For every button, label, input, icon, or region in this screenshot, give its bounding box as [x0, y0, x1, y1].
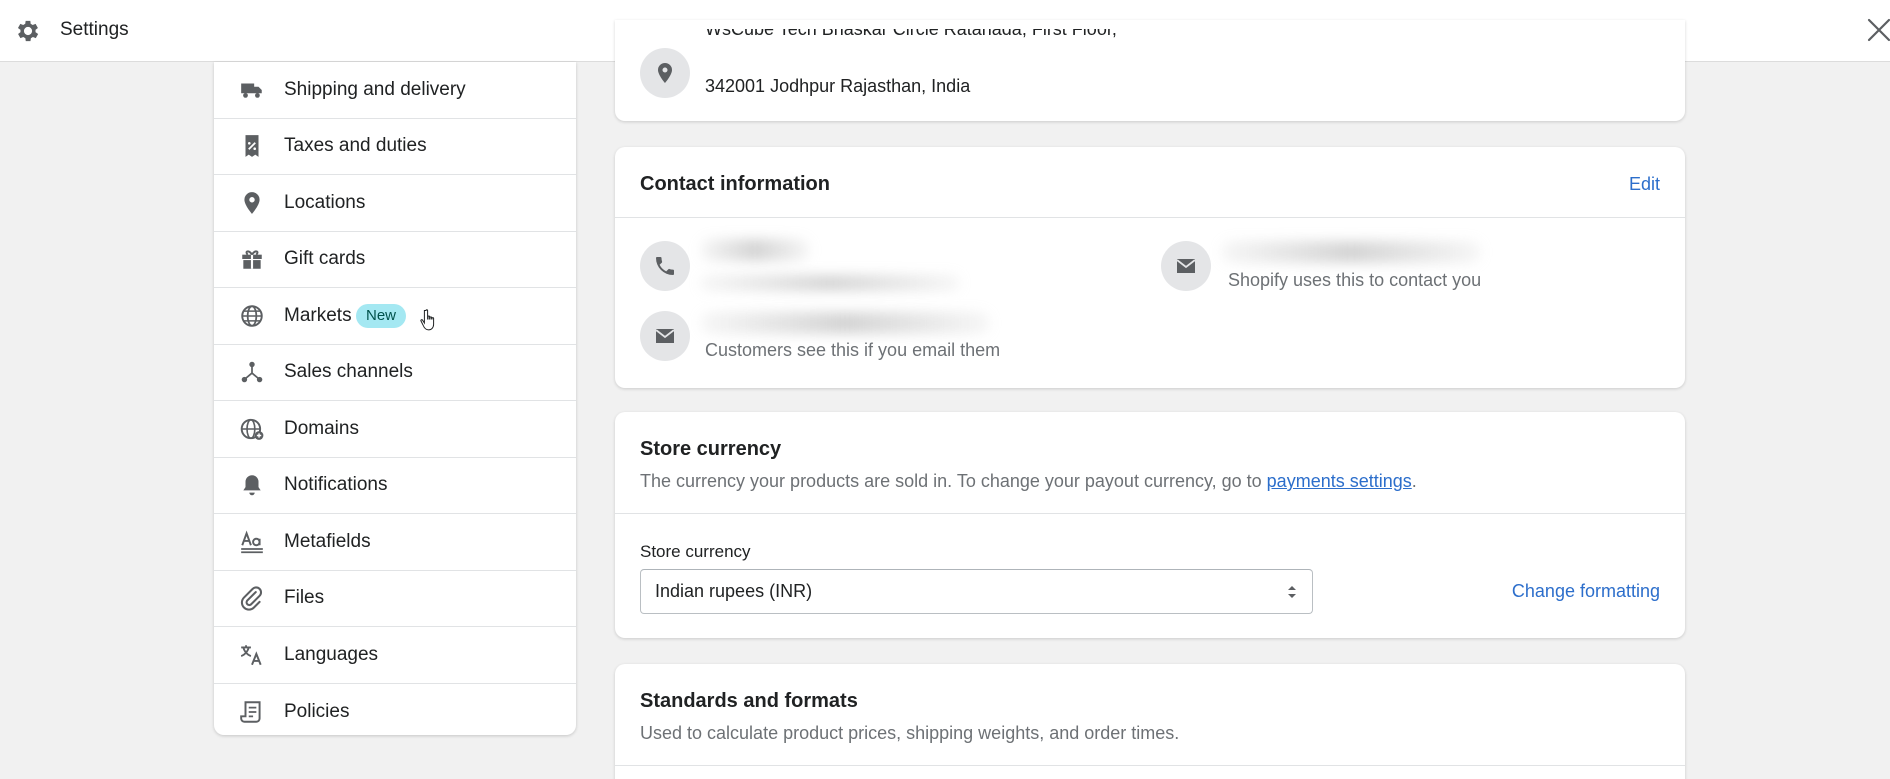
payments-settings-link[interactable]: payments settings [1267, 471, 1412, 491]
sidebar-item-taxes[interactable]: Taxes and duties [214, 119, 576, 175]
metafields-icon [238, 528, 266, 556]
divider [615, 765, 1685, 766]
sidebar-item-label: Files [284, 587, 325, 609]
address-line-2: 342001 Jodhpur Rajasthan, India [705, 76, 971, 96]
store-address-card: WsCube Tech Bhaskar Circle Ratanada, Fir… [615, 20, 1685, 121]
sidebar-item-label: Domains [284, 417, 359, 439]
translate-icon [238, 641, 266, 669]
sidebar-item-domains[interactable]: Domains [214, 401, 576, 458]
divider [615, 217, 1685, 218]
location-icon [640, 48, 690, 98]
redacted-store-email [1221, 241, 1481, 263]
phone-icon [640, 241, 690, 291]
sidebar-item-label: Languages [284, 643, 379, 665]
sidebar-item-shipping[interactable]: Shipping and delivery [214, 62, 576, 119]
globe-icon [238, 302, 266, 330]
sidebar-item-label: Taxes and duties [284, 135, 427, 157]
redacted-phone-detail [700, 275, 960, 291]
sender-email-help: Customers see this if you email them [705, 340, 1001, 360]
contact-information-card: Contact information Edit Shopify uses th… [615, 147, 1685, 388]
page-title: Settings [60, 19, 129, 40]
gear-icon [14, 17, 42, 45]
sidebar-item-files[interactable]: Files [214, 571, 576, 627]
location-icon [238, 189, 266, 217]
hand-cursor-icon [420, 308, 438, 332]
truck-icon [238, 76, 266, 104]
select-arrows-icon [1286, 583, 1298, 601]
contact-title: Contact information [640, 173, 830, 195]
sidebar-item-markets[interactable]: Markets New [214, 288, 576, 345]
globe-domain-icon [238, 415, 266, 443]
new-badge: New [356, 304, 407, 328]
policy-icon [238, 698, 266, 726]
bell-icon [238, 471, 266, 499]
channels-icon [238, 358, 266, 386]
sidebar-item-label: Markets [284, 304, 352, 326]
divider [615, 513, 1685, 514]
sidebar-item-label: Locations [284, 191, 366, 213]
sidebar-item-policies[interactable]: Policies [214, 684, 576, 736]
sidebar-item-label: Gift cards [284, 248, 366, 270]
email-icon [640, 311, 690, 361]
settings-sidebar: Shipping and delivery Taxes and duties L… [214, 62, 576, 735]
store-currency-label: Store currency [640, 542, 751, 561]
sidebar-item-metafields[interactable]: Metafields [214, 514, 576, 571]
gift-icon [238, 245, 266, 273]
redacted-phone [700, 239, 810, 261]
sidebar-item-label: Sales channels [284, 361, 413, 383]
store-currency-select[interactable]: Indian rupees (INR) [640, 569, 1313, 614]
currency-subtitle: The currency your products are sold in. … [640, 471, 1417, 491]
address-line-1: WsCube Tech Bhaskar Circle Ratanada, Fir… [705, 19, 1117, 39]
standards-title: Standards and formats [640, 690, 858, 712]
receipt-icon [238, 132, 266, 160]
sidebar-item-label: Metafields [284, 530, 371, 552]
store-currency-card: Store currency The currency your product… [615, 412, 1685, 638]
close-icon[interactable] [1866, 17, 1890, 43]
sidebar-item-gift-cards[interactable]: Gift cards [214, 232, 576, 288]
store-email-help: Shopify uses this to contact you [1228, 270, 1482, 290]
redacted-sender-email [700, 312, 990, 334]
currency-title: Store currency [640, 438, 782, 460]
standards-subtitle: Used to calculate product prices, shippi… [640, 723, 1180, 743]
paperclip-icon [238, 584, 266, 612]
sidebar-item-languages[interactable]: Languages [214, 627, 576, 684]
sidebar-item-label: Notifications [284, 474, 388, 496]
change-formatting-link[interactable]: Change formatting [1512, 581, 1660, 602]
edit-contact-link[interactable]: Edit [1629, 174, 1660, 195]
selected-currency: Indian rupees (INR) [655, 581, 813, 601]
sidebar-item-label: Policies [284, 700, 350, 722]
standards-formats-card: Standards and formats Used to calculate … [615, 664, 1685, 779]
sidebar-item-sales-channels[interactable]: Sales channels [214, 345, 576, 401]
sidebar-item-notifications[interactable]: Notifications [214, 458, 576, 514]
sidebar-item-locations[interactable]: Locations [214, 175, 576, 232]
email-icon [1161, 241, 1211, 291]
sidebar-item-label: Shipping and delivery [284, 78, 466, 100]
